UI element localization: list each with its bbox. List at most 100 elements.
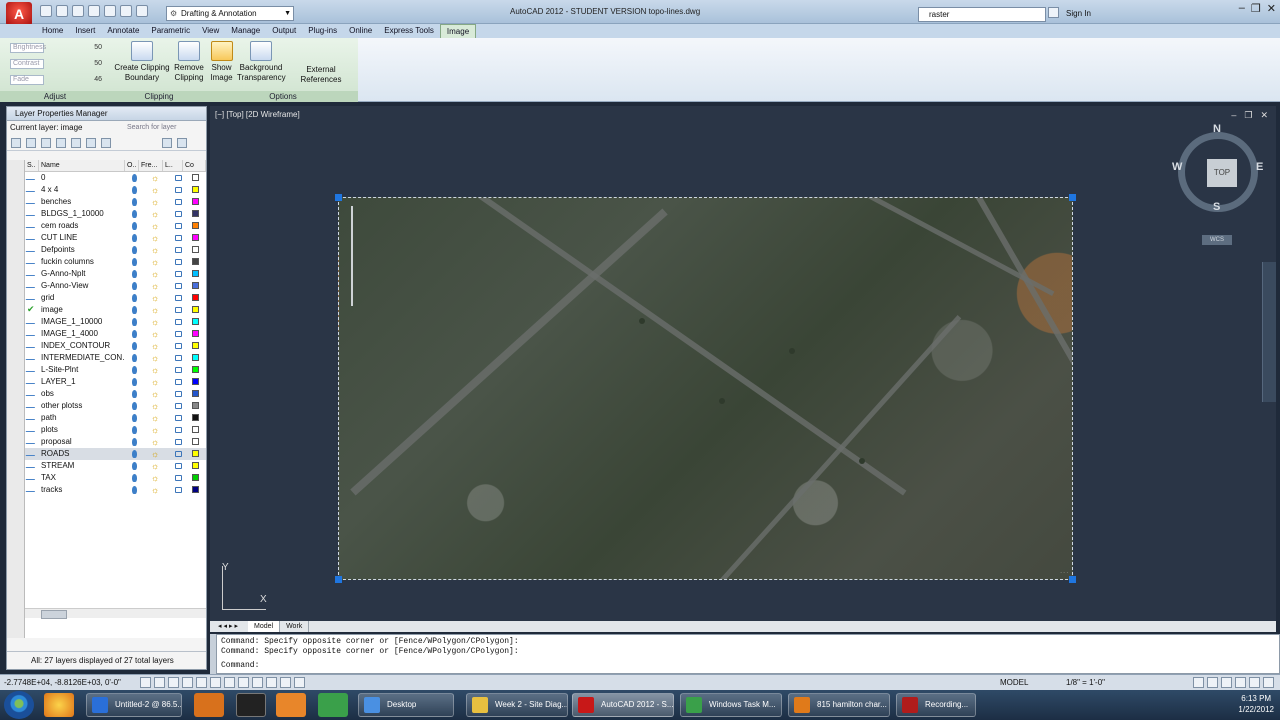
sun-icon[interactable]: ☼ xyxy=(151,316,159,328)
lock-icon[interactable] xyxy=(175,175,182,181)
taskbar-button[interactable]: Windows Task M... xyxy=(680,693,782,717)
delete-layer-icon[interactable] xyxy=(86,138,96,148)
chrome-icon[interactable] xyxy=(44,693,74,717)
tab-output[interactable]: Output xyxy=(266,24,302,38)
external-references-button[interactable]: External References xyxy=(287,41,355,85)
compass-north[interactable]: N xyxy=(1213,123,1221,135)
lock-icon[interactable] xyxy=(175,319,182,325)
illustrator-icon[interactable] xyxy=(194,693,224,717)
lock-icon[interactable] xyxy=(175,199,182,205)
layer-row[interactable]: obs ☼ xyxy=(25,388,206,400)
lightbulb-icon[interactable] xyxy=(132,306,137,314)
annotation-visibility-icon[interactable] xyxy=(1193,677,1204,688)
lock-icon[interactable] xyxy=(175,295,182,301)
tab-insert[interactable]: Insert xyxy=(69,24,101,38)
layer-color-swatch[interactable] xyxy=(192,294,199,301)
layer-row[interactable]: INTERMEDIATE_CON... ☼ xyxy=(25,352,206,364)
layer-row[interactable]: 4 x 4 ☼ xyxy=(25,184,206,196)
layer-search-input[interactable]: Search for layer xyxy=(125,122,205,134)
minimize-icon[interactable]: – xyxy=(1231,110,1236,121)
column-on[interactable]: O.. xyxy=(125,160,139,171)
tab-online[interactable]: Online xyxy=(343,24,378,38)
sun-icon[interactable]: ☼ xyxy=(151,352,159,364)
wcs-menu[interactable]: WCS xyxy=(1202,235,1232,245)
model-space-button[interactable]: MODEL xyxy=(1000,675,1028,690)
lightbulb-icon[interactable] xyxy=(132,450,137,458)
layer-row[interactable]: plots ☼ xyxy=(25,424,206,436)
lightbulb-icon[interactable] xyxy=(132,438,137,446)
sun-icon[interactable]: ☼ xyxy=(151,388,159,400)
layer-name[interactable]: 4 x 4 xyxy=(41,184,125,196)
binoculars-icon[interactable] xyxy=(1048,7,1059,18)
layer-row[interactable]: cem roads ☼ xyxy=(25,220,206,232)
lock-icon[interactable] xyxy=(175,463,182,469)
dyn-toggle-icon[interactable] xyxy=(238,677,249,688)
lock-icon[interactable] xyxy=(175,451,182,457)
layer-filter-tree[interactable] xyxy=(7,160,25,638)
layer-name[interactable]: LAYER_1 xyxy=(41,376,125,388)
layer-row[interactable]: G-Anno-View ☼ xyxy=(25,280,206,292)
sun-icon[interactable]: ☼ xyxy=(151,412,159,424)
lock-icon[interactable] xyxy=(175,283,182,289)
qp-toggle-icon[interactable] xyxy=(280,677,291,688)
application-menu-button[interactable]: A xyxy=(6,2,32,26)
taskbar-button[interactable]: AutoCAD 2012 - S... xyxy=(572,693,674,717)
tab-model[interactable]: Model xyxy=(248,621,281,632)
layer-color-swatch[interactable] xyxy=(192,318,199,325)
lock-icon[interactable] xyxy=(175,235,182,241)
layer-status-icon[interactable] xyxy=(25,475,38,480)
layer-name[interactable]: INTERMEDIATE_CON... xyxy=(41,352,125,364)
lock-icon[interactable] xyxy=(175,307,182,313)
sun-icon[interactable]: ☼ xyxy=(151,340,159,352)
sun-icon[interactable]: ☼ xyxy=(151,484,159,496)
layer-row[interactable]: benches ☼ xyxy=(25,196,206,208)
lock-icon[interactable] xyxy=(175,187,182,193)
ortho-toggle-icon[interactable] xyxy=(168,677,179,688)
layer-status-icon[interactable] xyxy=(25,247,38,252)
lightbulb-icon[interactable] xyxy=(132,282,137,290)
lightbulb-icon[interactable] xyxy=(132,234,137,242)
layer-color-swatch[interactable] xyxy=(192,450,199,457)
annotation-scale[interactable]: 1/8" = 1'-0" xyxy=(1066,675,1105,690)
layer-row[interactable]: INDEX_CONTOUR ☼ xyxy=(25,340,206,352)
start-button[interactable] xyxy=(4,691,34,719)
search-input[interactable]: raster xyxy=(918,7,1046,22)
tab-work[interactable]: Work xyxy=(280,621,310,632)
grip-handle[interactable] xyxy=(1069,194,1076,201)
taskbar-button[interactable]: Week 2 - Site Diag... xyxy=(466,693,568,717)
lightbulb-icon[interactable] xyxy=(132,318,137,326)
layer-row[interactable]: BLDGS_1_10000 ☼ xyxy=(25,208,206,220)
lightbulb-icon[interactable] xyxy=(132,342,137,350)
layer-color-swatch[interactable] xyxy=(192,426,199,433)
layer-status-icon[interactable] xyxy=(25,379,38,384)
tab-annotate[interactable]: Annotate xyxy=(101,24,145,38)
new-vp-frozen-layer-icon[interactable] xyxy=(71,138,81,148)
layer-color-swatch[interactable] xyxy=(192,270,199,277)
lock-icon[interactable] xyxy=(175,331,182,337)
layer-row[interactable]: ✔ image ☼ xyxy=(25,304,206,316)
sun-icon[interactable]: ☼ xyxy=(151,220,159,232)
layer-status-icon[interactable] xyxy=(25,223,38,228)
isolate-objects-icon[interactable] xyxy=(1249,677,1260,688)
lightbulb-icon[interactable] xyxy=(132,198,137,206)
layer-color-swatch[interactable] xyxy=(192,462,199,469)
layer-color-swatch[interactable] xyxy=(192,234,199,241)
navigation-bar[interactable] xyxy=(1262,262,1276,402)
layer-name[interactable]: proposal xyxy=(41,436,125,448)
lightbulb-icon[interactable] xyxy=(132,270,137,278)
layer-row[interactable]: proposal ☼ xyxy=(25,436,206,448)
layer-name[interactable]: IMAGE_1_4000 xyxy=(41,328,125,340)
layer-row[interactable]: fuckin columns ☼ xyxy=(25,256,206,268)
compass-south[interactable]: S xyxy=(1213,201,1220,213)
sun-icon[interactable]: ☼ xyxy=(151,448,159,460)
layer-color-swatch[interactable] xyxy=(192,282,199,289)
layer-color-swatch[interactable] xyxy=(192,378,199,385)
powerpoint-icon[interactable] xyxy=(236,693,266,717)
settings-icon[interactable] xyxy=(177,138,187,148)
column-name[interactable]: Name xyxy=(39,160,125,171)
sign-in-link[interactable]: Sign In xyxy=(1066,9,1091,18)
layer-status-icon[interactable] xyxy=(25,271,38,276)
lock-icon[interactable] xyxy=(175,379,182,385)
layer-name[interactable]: IMAGE_1_10000 xyxy=(41,316,125,328)
redo-icon[interactable] xyxy=(136,5,148,17)
